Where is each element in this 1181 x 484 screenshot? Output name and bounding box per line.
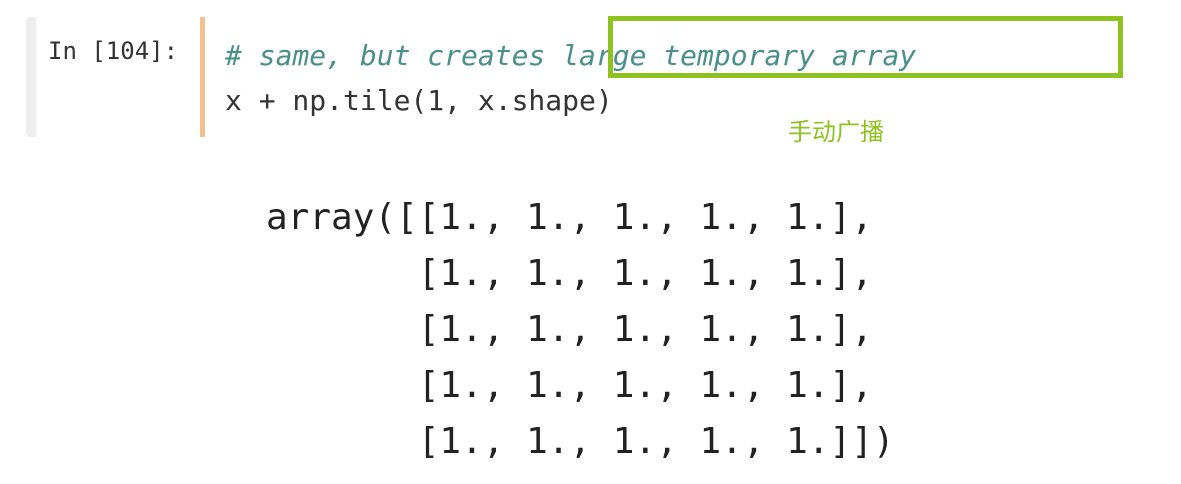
code-statement-line: x + np.tile(1, x.shape) [225,84,613,117]
annotation-label: 手动广播 [788,118,884,146]
output-line: [1., 1., 1., 1., 1.], [266,365,873,406]
output-line: [1., 1., 1., 1., 1.], [266,309,873,350]
cell-output: array([[1., 1., 1., 1., 1.], [1., 1., 1.… [266,190,895,470]
output-line: array([[1., 1., 1., 1., 1.], [266,197,873,238]
output-line: [1., 1., 1., 1., 1.], [266,253,873,294]
highlight-annotation-box [608,16,1123,78]
output-line: [1., 1., 1., 1., 1.]]) [266,421,895,462]
cell-gutter [26,17,36,137]
input-prompt: In [104]: [48,37,179,65]
